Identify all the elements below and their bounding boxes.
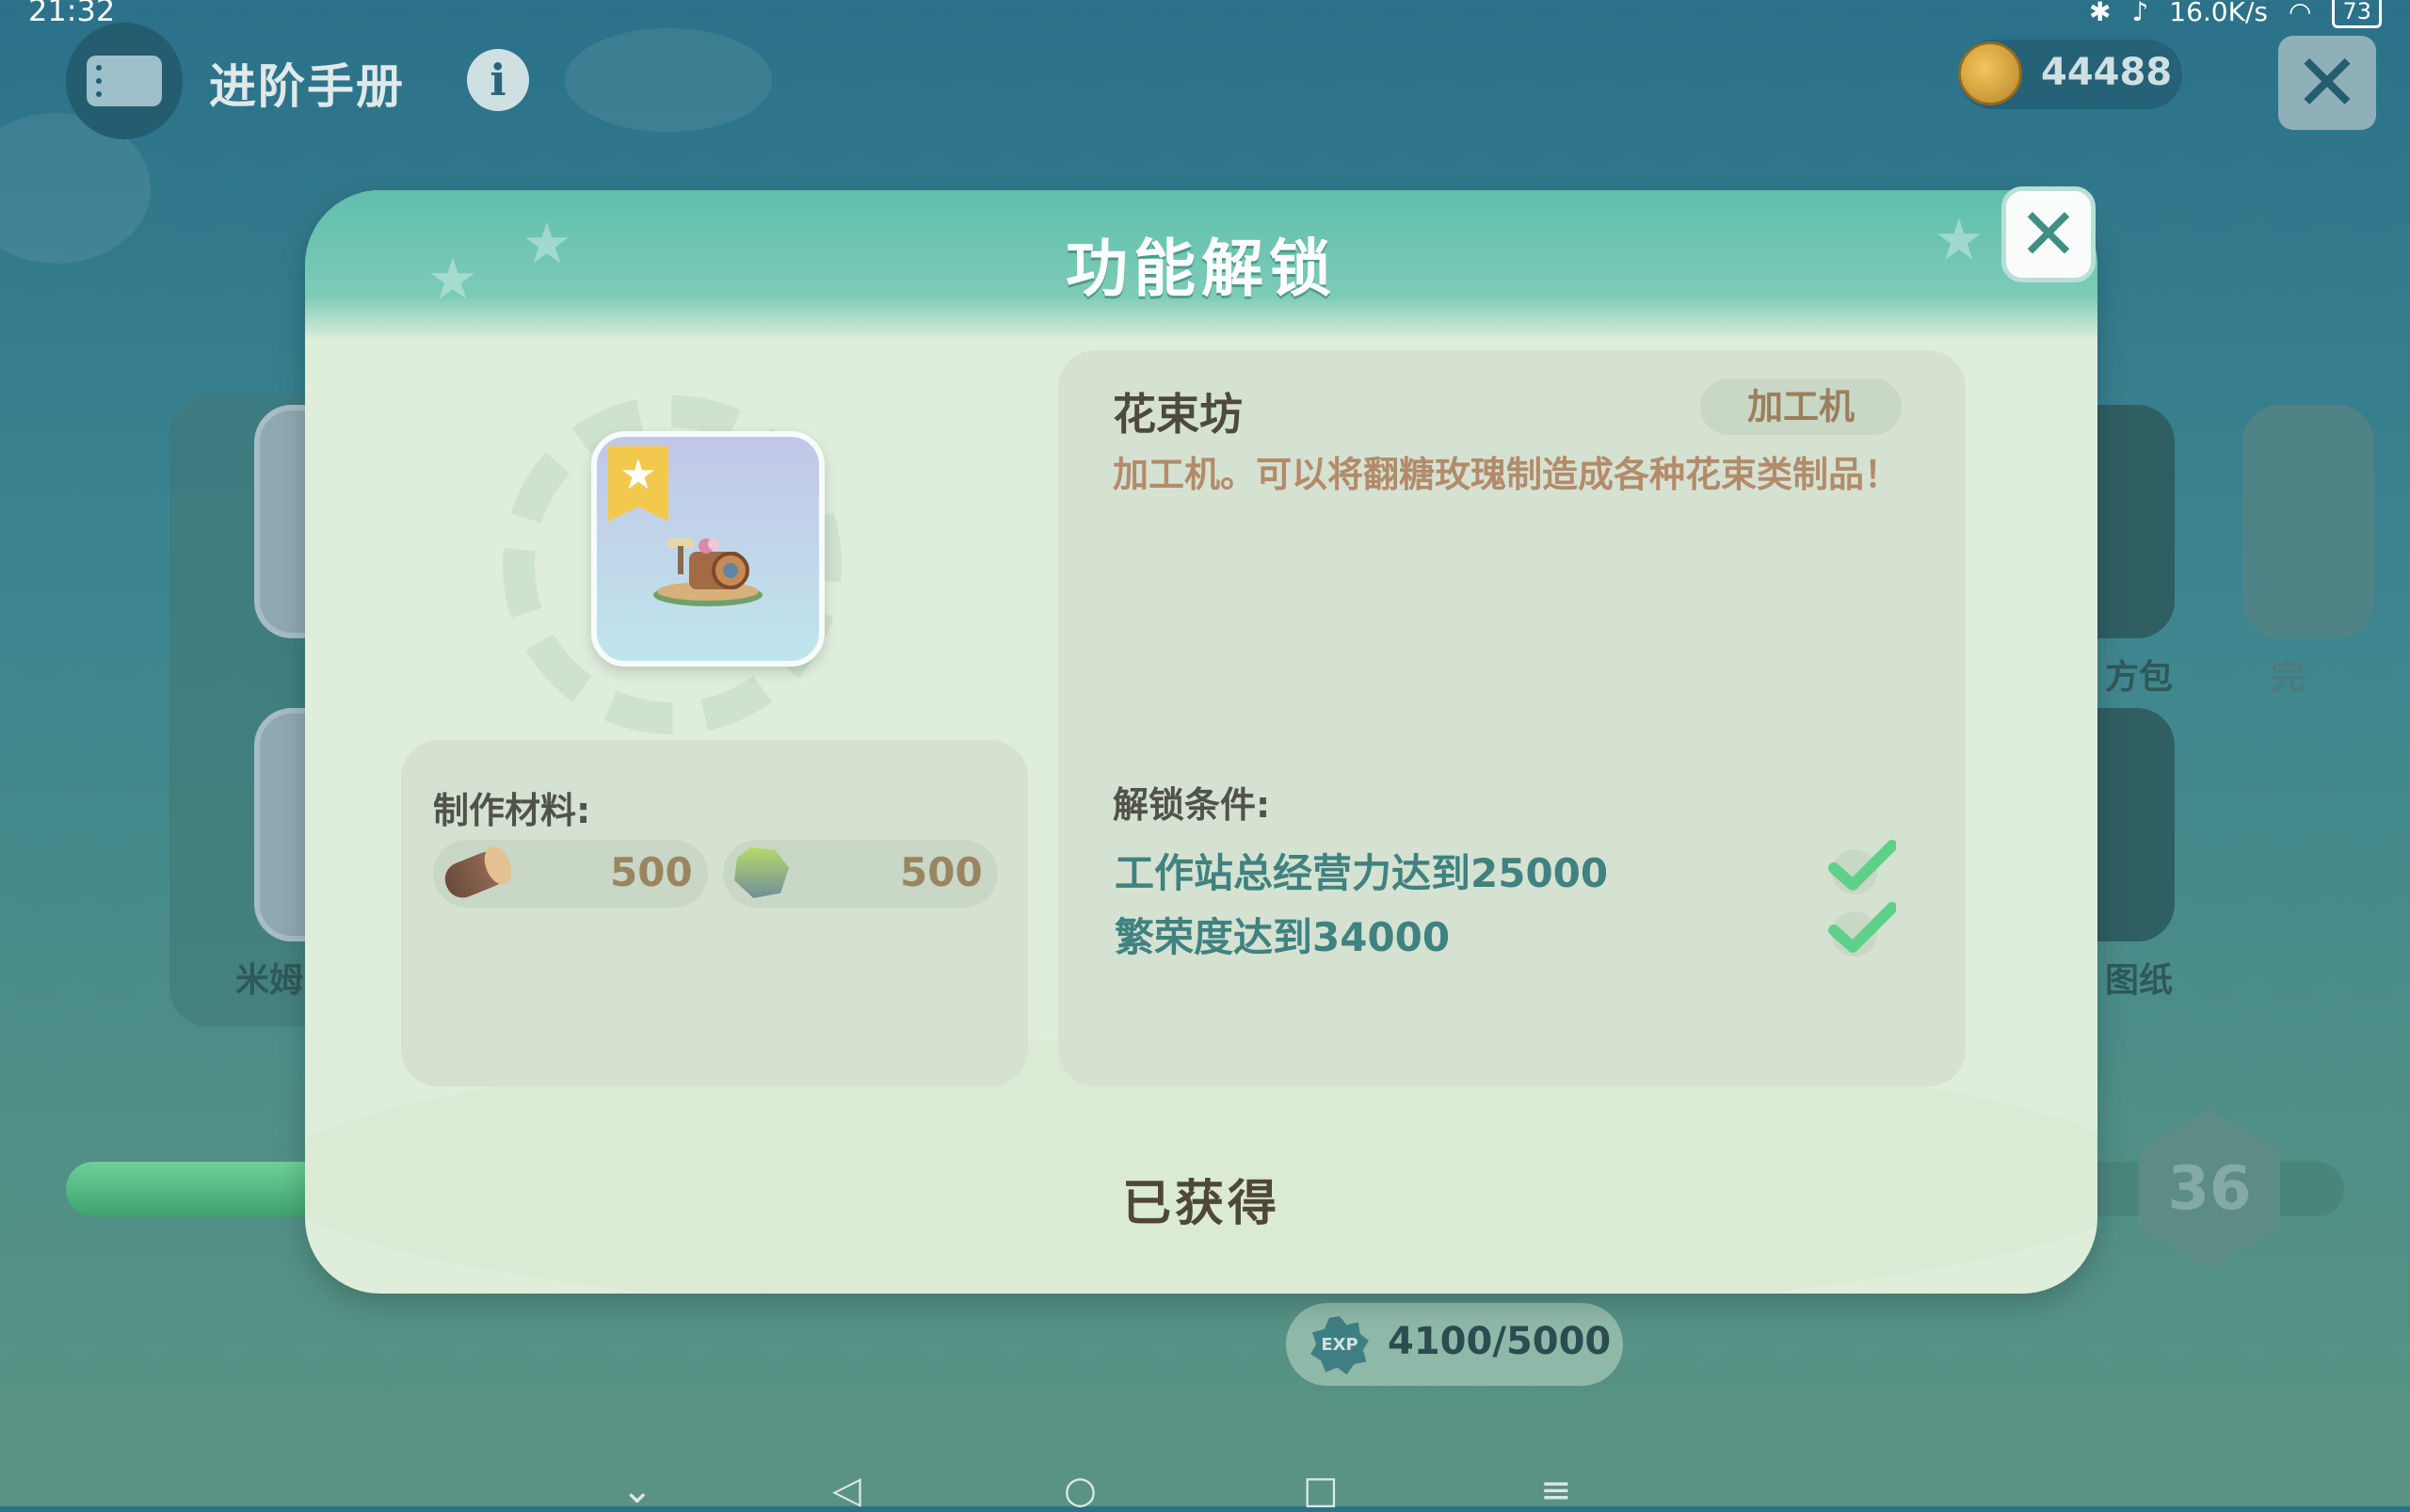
- background-card-label: 图纸: [2105, 961, 2174, 1000]
- background-card-label: 完: [2271, 658, 2306, 697]
- nav-home-button[interactable]: ○: [1064, 1469, 1097, 1512]
- status-icons: ✱ ♪ 16.0K/s ◠ 73: [2089, 0, 2382, 28]
- condition-text: 繁荣度达到34000: [1115, 914, 1451, 960]
- mute-icon: ♪: [2131, 0, 2149, 27]
- background-card-label: 方包: [2105, 658, 2174, 697]
- check-icon: [1828, 840, 1896, 894]
- close-dialog-button[interactable]: ✕: [2001, 186, 2096, 282]
- handbook-button[interactable]: [66, 23, 183, 139]
- material-amount: 500: [610, 849, 693, 895]
- item-description: 加工机。可以将翻糖玫瑰制造成各种花束类制品！: [1113, 454, 1901, 495]
- coin-value: 44488: [2041, 51, 2173, 94]
- status-time: 21:32: [28, 0, 116, 28]
- coin-icon: [1958, 41, 2022, 105]
- page-title: 进阶手册: [209, 59, 405, 114]
- materials-label: 制作材料:: [433, 790, 591, 831]
- nav-menu-button[interactable]: ≡: [1540, 1469, 1572, 1512]
- background-card-label: 米姆: [235, 961, 304, 1000]
- close-page-button[interactable]: ✕: [2278, 36, 2376, 130]
- flower-shop-building-icon: [653, 539, 763, 606]
- info-button[interactable]: i: [467, 49, 529, 111]
- background-card[interactable]: [2242, 405, 2374, 638]
- wifi-icon: ◠: [2289, 0, 2312, 27]
- network-speed: 16.0K/s: [2169, 0, 2269, 27]
- bluetooth-icon: ✱: [2088, 0, 2112, 27]
- conditions-label: 解锁条件:: [1113, 784, 1271, 826]
- unlock-dialog: ★ ★ ★ 功能解锁 ★ 制作材料: 500 500 花束坊 加工机 加工机。可…: [305, 190, 2097, 1294]
- cloud-decoration: [565, 28, 772, 132]
- material-amount: 500: [900, 849, 983, 895]
- nav-back-button[interactable]: ◁: [832, 1469, 861, 1512]
- nav-recents-button[interactable]: □: [1303, 1469, 1339, 1512]
- exp-value: 4100/5000: [1388, 1320, 1612, 1363]
- item-type-badge: 加工机: [1700, 378, 1902, 435]
- level-badge: 36: [2139, 1109, 2280, 1269]
- handbook-icon: [87, 56, 162, 106]
- item-icon: ★: [591, 431, 825, 667]
- star-badge-icon: ★: [608, 446, 668, 522]
- dialog-title: 功能解锁: [1066, 233, 1337, 305]
- battery-indicator: 73: [2332, 0, 2382, 28]
- acquired-status: 已获得: [1121, 1176, 1280, 1232]
- nav-collapse-button[interactable]: ⌄: [621, 1469, 653, 1512]
- check-icon: [1828, 902, 1896, 957]
- condition-text: 工作站总经营力达到25000: [1115, 850, 1609, 896]
- item-name: 花束坊: [1113, 389, 1243, 440]
